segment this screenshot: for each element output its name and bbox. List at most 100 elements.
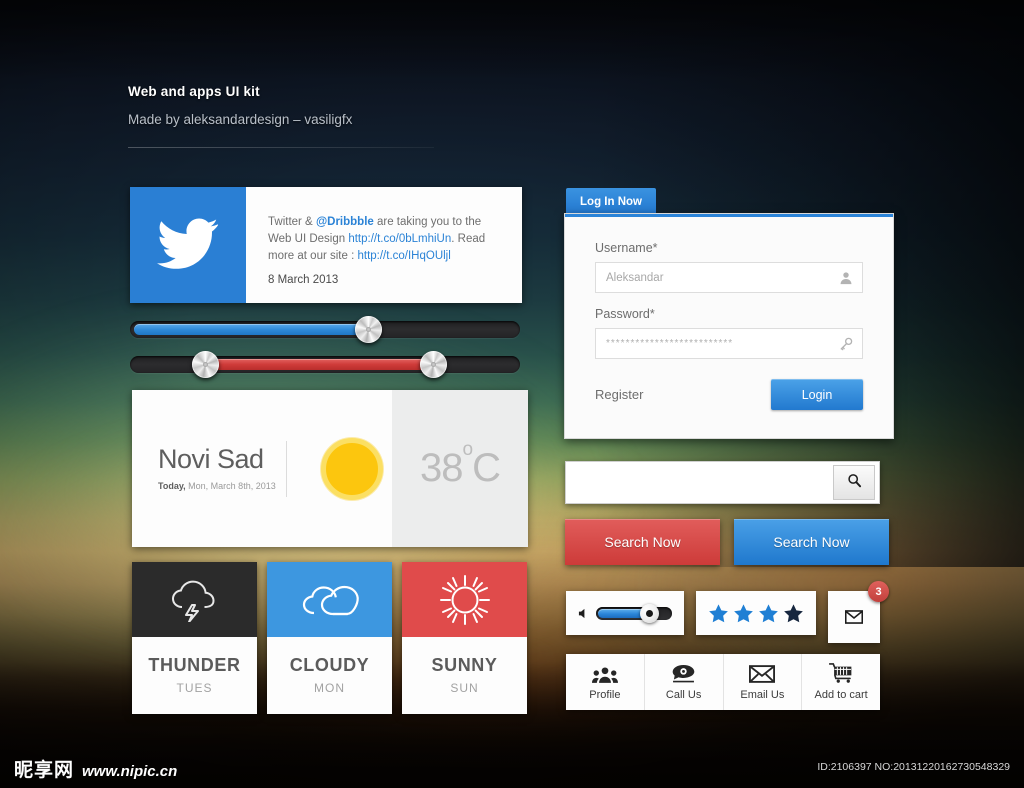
toolbar-item-label: Email Us — [740, 689, 785, 701]
username-input[interactable] — [596, 271, 862, 284]
forecast-day: TUES — [176, 681, 213, 695]
password-field-wrapper[interactable] — [595, 328, 863, 359]
tweet-mention-link[interactable]: @Dribbble — [316, 216, 374, 228]
watermark-logo-text: 昵享网 — [14, 759, 75, 781]
toolbar-item-profile[interactable]: Profile — [566, 654, 645, 710]
watermark-url: www.nipic.cn — [82, 763, 178, 780]
tweet-link-2[interactable]: http://t.co/IHqOUljl — [357, 250, 450, 262]
action-toolbar: Profile Call Us Email Us Add to cart — [566, 654, 880, 710]
status-badge: 3 — [868, 581, 889, 602]
weather-degree-symbol: o — [462, 438, 474, 460]
red-slider-handle-low[interactable] — [192, 351, 219, 378]
page-subtitle: Made by aleksandardesign – vasiligfx — [128, 112, 353, 127]
mail-widget[interactable]: 3 — [828, 581, 889, 643]
blue-slider-fill — [134, 324, 366, 335]
tweet-body: Twitter & @Dribbble are taking you to th… — [246, 187, 522, 303]
toolbar-item-label: Add to cart — [814, 689, 868, 701]
key-icon — [839, 337, 853, 351]
blue-slider-handle[interactable] — [355, 316, 382, 343]
twitter-bird-pane — [130, 187, 246, 303]
volume-slider-fill — [598, 608, 646, 618]
tab-label: Log In Now — [580, 196, 642, 208]
password-input[interactable] — [596, 338, 862, 349]
login-button[interactable]: Login — [771, 379, 863, 410]
forecast-day: MON — [314, 681, 345, 695]
forecast-tile-sunny[interactable]: SUNNY SUN — [402, 562, 527, 714]
forecast-day: SUN — [450, 681, 479, 695]
star-icon-4[interactable] — [783, 603, 804, 624]
telephone-icon — [671, 663, 696, 683]
tweet-text-1: Twitter & — [268, 216, 316, 228]
login-form: Username* Password* — [565, 217, 893, 410]
toolbar-item-label: Profile — [589, 689, 621, 701]
watermark-id: ID:2106397 NO:20131220162730548329 — [817, 761, 1010, 773]
toolbar-item-call-us[interactable]: Call Us — [645, 654, 724, 710]
tweet-date: 8 March 2013 — [268, 274, 339, 286]
volume-slider-handle[interactable] — [640, 603, 659, 623]
sun-rays-icon — [402, 562, 527, 637]
red-slider-fill — [204, 359, 436, 370]
search-now-blue-button[interactable]: Search Now — [734, 519, 889, 565]
weather-temperature: 38oC — [420, 439, 501, 491]
weather-temp-pane: 38oC — [392, 390, 528, 547]
search-bar[interactable] — [565, 461, 880, 504]
people-icon — [591, 663, 618, 683]
volume-slider-track[interactable] — [596, 603, 672, 623]
star-icon-1[interactable] — [708, 603, 729, 624]
shopping-cart-icon — [829, 663, 853, 683]
rating-widget[interactable] — [696, 591, 816, 635]
forecast-name: THUNDER — [148, 655, 241, 675]
envelope-icon — [749, 663, 776, 683]
star-icon-2[interactable] — [733, 603, 754, 624]
tweet-link-1[interactable]: http://t.co/0bLmhiUn — [348, 233, 451, 245]
weather-city: Novi Sad — [158, 444, 264, 474]
field-spacer — [595, 293, 863, 307]
toolbar-item-label: Call Us — [665, 689, 702, 701]
envelope-icon — [844, 610, 864, 624]
search-input[interactable] — [566, 462, 833, 503]
kit-header: Web and apps UI kit Made by aleksandarde… — [128, 84, 434, 148]
search-submit-button[interactable] — [833, 465, 875, 500]
search-now-red-button[interactable]: Search Now — [565, 519, 720, 565]
search-button-row: Search Now Search Now — [565, 519, 889, 565]
weather-temp-value: 38 — [420, 446, 463, 490]
forecast-tile-cloudy[interactable]: CLOUDY MON — [267, 562, 392, 714]
password-label: Password* — [595, 307, 655, 321]
forecast-tiles: THUNDER TUES CLOUDY MON SUNNY SUN — [132, 562, 527, 714]
twitter-card: Twitter & @Dribbble are taking you to th… — [130, 187, 522, 303]
toolbar-item-email-us[interactable]: Email Us — [724, 654, 803, 710]
red-slider-handle-high[interactable] — [420, 351, 447, 378]
forecast-tile-thunder[interactable]: THUNDER TUES — [132, 562, 257, 714]
screenshot-root: Web and apps UI kit Made by aleksandarde… — [0, 0, 1024, 788]
weather-date: Today, Mon, March 8th, 2013 — [158, 481, 280, 491]
red-slider[interactable] — [130, 351, 520, 378]
search-icon — [847, 473, 862, 493]
weather-divider — [286, 440, 287, 497]
toolbar-item-add-to-cart[interactable]: Add to cart — [802, 654, 880, 710]
register-link[interactable]: Register — [595, 387, 643, 402]
forecast-name: SUNNY — [431, 655, 498, 675]
page-title: Web and apps UI kit — [128, 84, 260, 99]
weather-city-block: Novi Sad Today, Mon, March 8th, 2013 — [132, 444, 280, 492]
weather-card: Novi Sad Today, Mon, March 8th, 2013 38o… — [132, 390, 528, 547]
forecast-name: CLOUDY — [289, 655, 370, 675]
twitter-bird-icon — [156, 217, 219, 274]
watermark-brand: 昵享网 www.nipic.cn — [14, 755, 177, 782]
weather-today-label: Today, — [158, 481, 186, 491]
forecast-labels: CLOUDY MON — [267, 637, 392, 714]
volume-widget[interactable] — [566, 591, 684, 635]
footer-watermark: 昵享网 www.nipic.cn ID:2106397 NO:201312201… — [0, 748, 1024, 788]
username-label: Username* — [595, 241, 658, 255]
header-divider — [128, 147, 434, 148]
tab-log-in-now[interactable]: Log In Now — [566, 188, 656, 216]
blue-slider[interactable] — [130, 316, 520, 343]
user-icon — [839, 271, 853, 285]
weather-card-left: Novi Sad Today, Mon, March 8th, 2013 — [132, 390, 392, 547]
username-field-wrapper[interactable] — [595, 262, 863, 293]
thunder-cloud-icon — [132, 562, 257, 637]
speaker-icon — [578, 608, 589, 619]
weather-date-value: Mon, March 8th, 2013 — [185, 481, 276, 491]
login-actions: Register Login — [595, 379, 863, 410]
forecast-labels: THUNDER TUES — [132, 637, 257, 714]
star-icon-3[interactable] — [758, 603, 779, 624]
